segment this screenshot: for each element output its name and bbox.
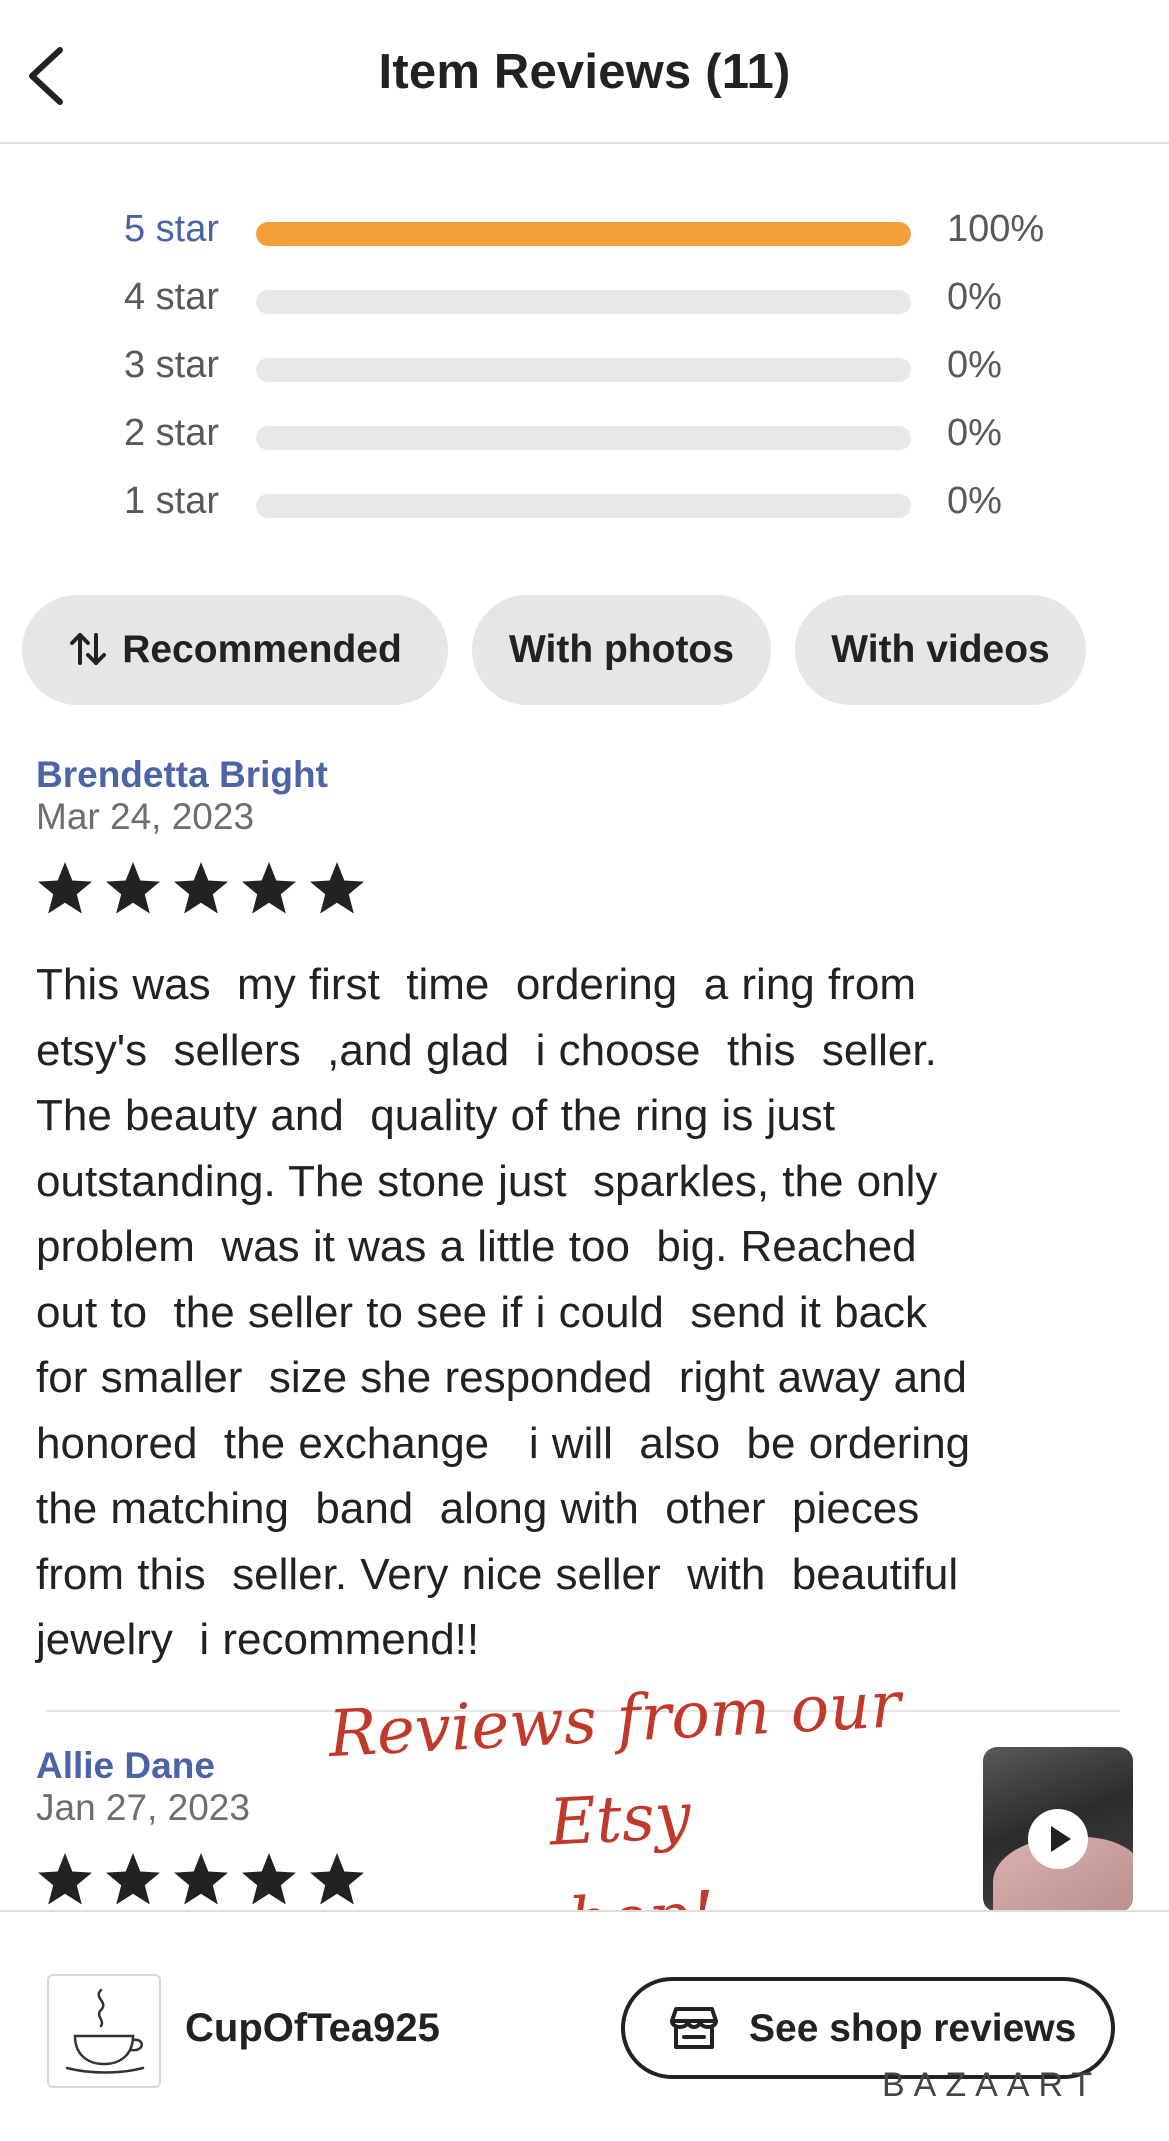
teacup-icon [65,1988,145,2074]
rating-label: 2 star [123,412,219,454]
rating-percent: 0% [947,276,1002,318]
rating-label: 3 star [123,344,219,386]
rating-row-5[interactable]: 5 star 100% [0,200,1169,268]
review-date: Jan 27, 2023 [36,1787,250,1828]
rating-bar-track [256,426,911,450]
star-rating [36,1851,366,1907]
star-icon [310,1853,364,1905]
rating-percent: 100% [947,208,1045,250]
rating-bar-track [256,494,911,518]
shop-logo[interactable] [47,1974,161,2088]
page-title: Item Reviews (11) [378,45,791,99]
review-item: Brendetta Bright Mar 24, 2023 This was m… [36,754,1146,1673]
button-label: See shop reviews [749,2007,1077,2050]
review-date: Mar 24, 2023 [36,796,255,837]
review-divider [46,1710,1120,1712]
rating-bar-track [256,222,911,246]
rating-label: 4 star [123,276,219,318]
rating-percent: 0% [947,412,1002,454]
rating-label: 5 star [123,208,219,250]
review-video-thumbnail[interactable] [983,1747,1133,1912]
reviewer-name[interactable]: Brendetta Bright [36,754,1146,796]
with-photos-chip[interactable]: With photos [472,595,771,705]
star-icon [174,1853,228,1905]
storefront-icon [670,2007,718,2049]
star-icon [174,862,228,914]
star-icon [106,1853,160,1905]
rating-row-3[interactable]: 3 star 0% [0,336,1169,404]
overlay-line: Reviews from our Etsy [326,1668,903,1861]
rating-row-1[interactable]: 1 star 0% [0,472,1169,540]
rating-label: 1 star [123,480,219,522]
review-item: Allie Dane Jan 27, 2023 [36,1745,366,1907]
rating-percent: 0% [947,480,1002,522]
rating-bar-track [256,290,911,314]
review-text: This was my first time ordering a ring f… [36,960,971,1664]
rating-bar-track [256,358,911,382]
star-icon [38,862,92,914]
shop-name[interactable]: CupOfTea925 [185,2006,440,2051]
star-icon [310,862,364,914]
reviewer-name[interactable]: Allie Dane [36,1745,366,1787]
star-icon [38,1853,92,1905]
rating-bar-fill [256,222,911,246]
rating-row-4[interactable]: 4 star 0% [0,268,1169,336]
with-videos-chip[interactable]: With videos [795,595,1086,705]
star-icon [242,862,296,914]
header: Item Reviews (11) [0,0,1169,144]
sort-arrows-icon [70,632,107,665]
chip-label: With photos [509,628,734,671]
bottom-bar: CupOfTea925 See shop reviews BAZAART [0,1910,1169,2141]
sort-recommended-chip[interactable]: Recommended [22,595,448,705]
star-icon [106,862,160,914]
chip-label: With videos [831,628,1050,671]
chip-label: Recommended [122,628,402,671]
star-icon [242,1853,296,1905]
star-rating [36,860,1146,916]
rating-distribution: 5 star 100% 4 star 0% 3 star 0% 2 star 0… [0,200,1169,540]
rating-percent: 0% [947,344,1002,386]
rating-row-2[interactable]: 2 star 0% [0,404,1169,472]
see-shop-reviews-button[interactable]: See shop reviews [621,1977,1115,2079]
play-icon[interactable] [1028,1809,1088,1869]
